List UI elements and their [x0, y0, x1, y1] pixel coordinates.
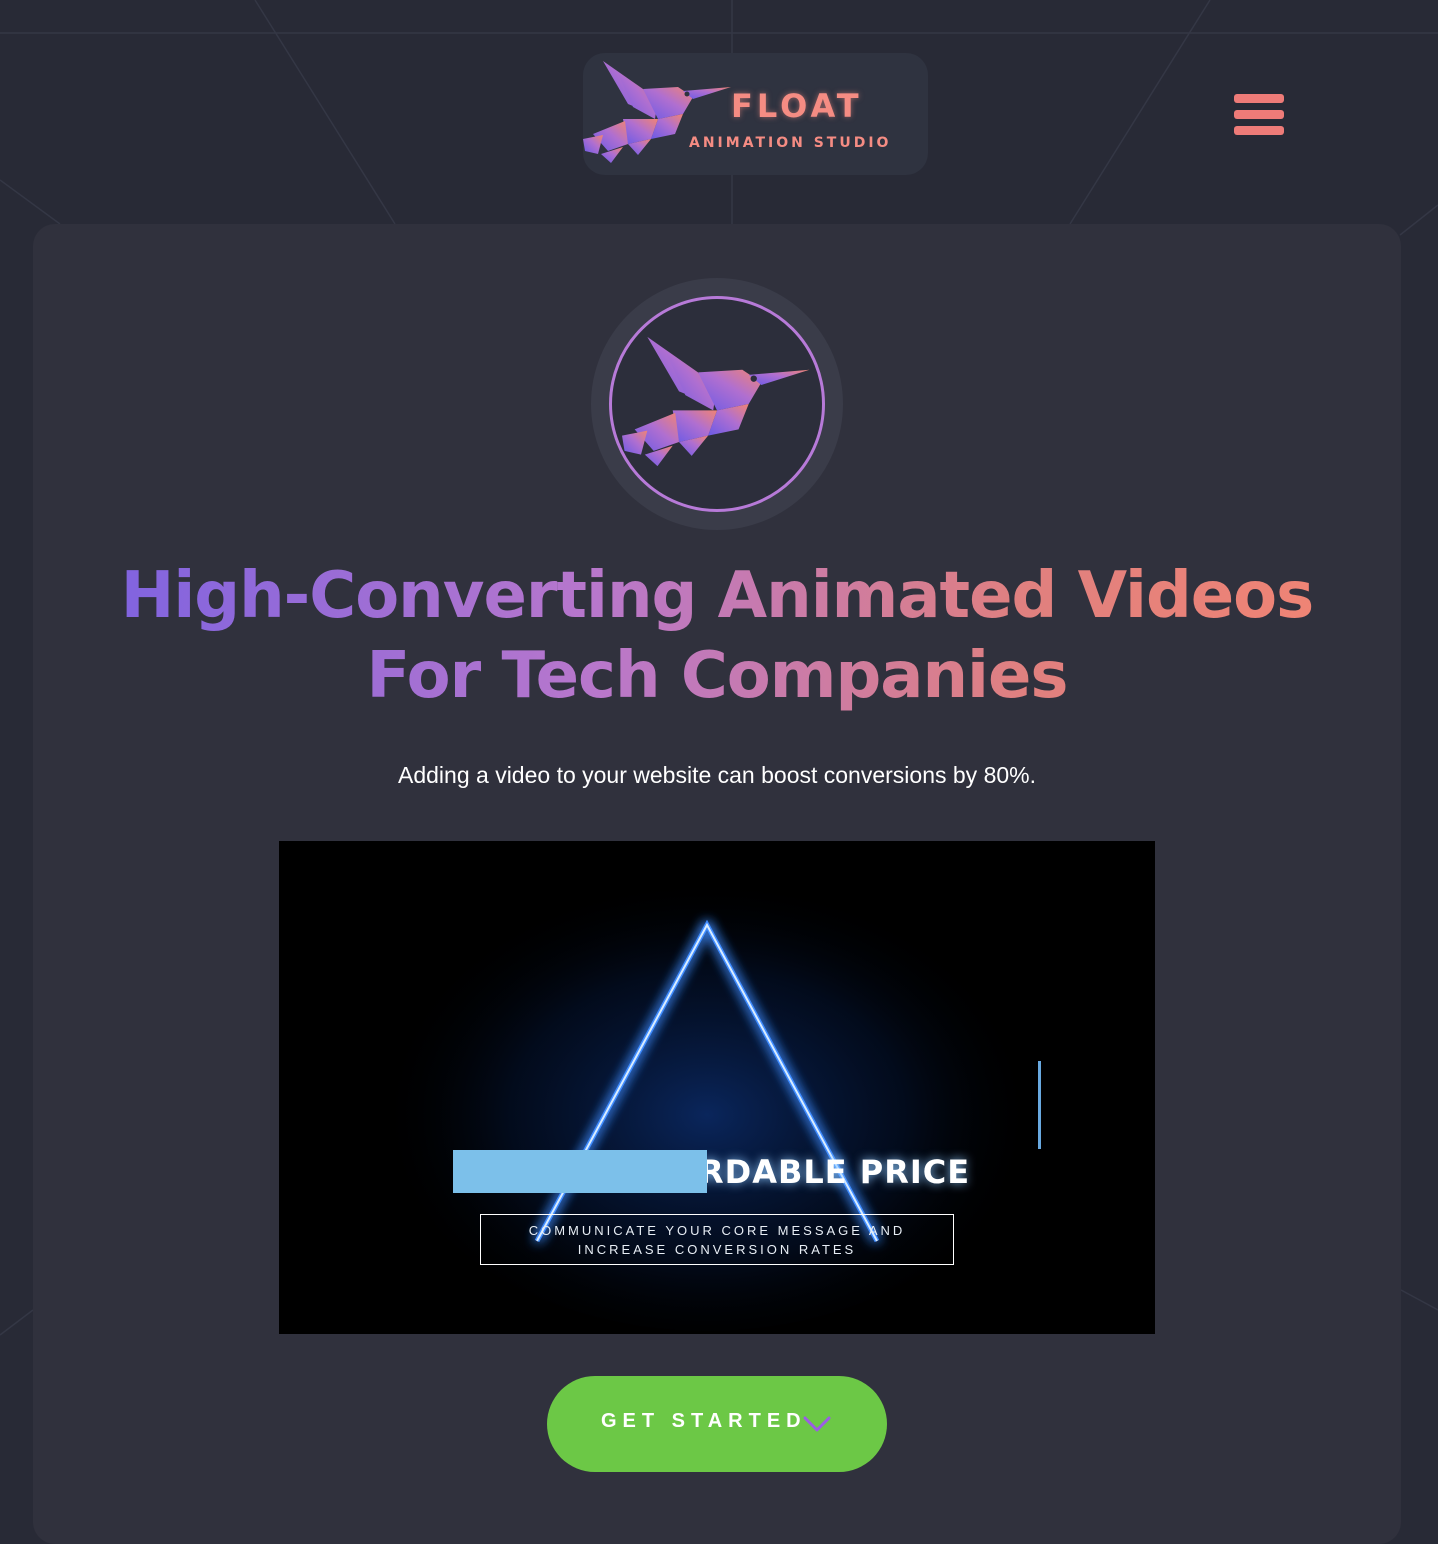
- get-started-button[interactable]: GET STARTED: [547, 1376, 887, 1472]
- video-player[interactable]: RDABLE PRICE COMMUNICATE YOUR CORE MESSA…: [279, 841, 1155, 1334]
- menu-bar: [1234, 126, 1284, 135]
- hero-subtext: Adding a video to your website can boost…: [398, 762, 1036, 788]
- logo-subtitle: ANIMATION STUDIO: [689, 135, 892, 151]
- avatar: [609, 296, 825, 512]
- site-header: FLOAT ANIMATION STUDIO: [0, 0, 1438, 220]
- headline-line-2: For Tech Companies: [366, 639, 1068, 713]
- logo-title: FLOAT: [731, 87, 863, 125]
- text-cursor-line: [1038, 1061, 1041, 1149]
- chevron-down-icon: [803, 1416, 831, 1432]
- brand-logo[interactable]: FLOAT ANIMATION STUDIO: [583, 53, 928, 175]
- video-title-text: RDABLE PRICE: [699, 1153, 971, 1191]
- menu-bar: [1234, 110, 1284, 119]
- page-title: High-Converting Animated Videos For Tech…: [100, 556, 1334, 716]
- hummingbird-logo-icon: [622, 336, 810, 467]
- menu-bar: [1234, 94, 1284, 103]
- headline-line-1: High-Converting Animated Videos: [120, 559, 1314, 633]
- video-caption-line-1: COMMUNICATE YOUR CORE MESSAGE AND: [528, 1223, 906, 1238]
- video-caption-line-2: INCREASE CONVERSION RATES: [577, 1242, 857, 1257]
- hummingbird-icon: [583, 61, 731, 163]
- video-caption-box: COMMUNICATE YOUR CORE MESSAGE AND INCREA…: [480, 1214, 954, 1265]
- hamburger-menu-icon[interactable]: [1234, 94, 1284, 136]
- get-started-label: GET STARTED: [601, 1410, 807, 1432]
- highlight-bar: [453, 1150, 707, 1193]
